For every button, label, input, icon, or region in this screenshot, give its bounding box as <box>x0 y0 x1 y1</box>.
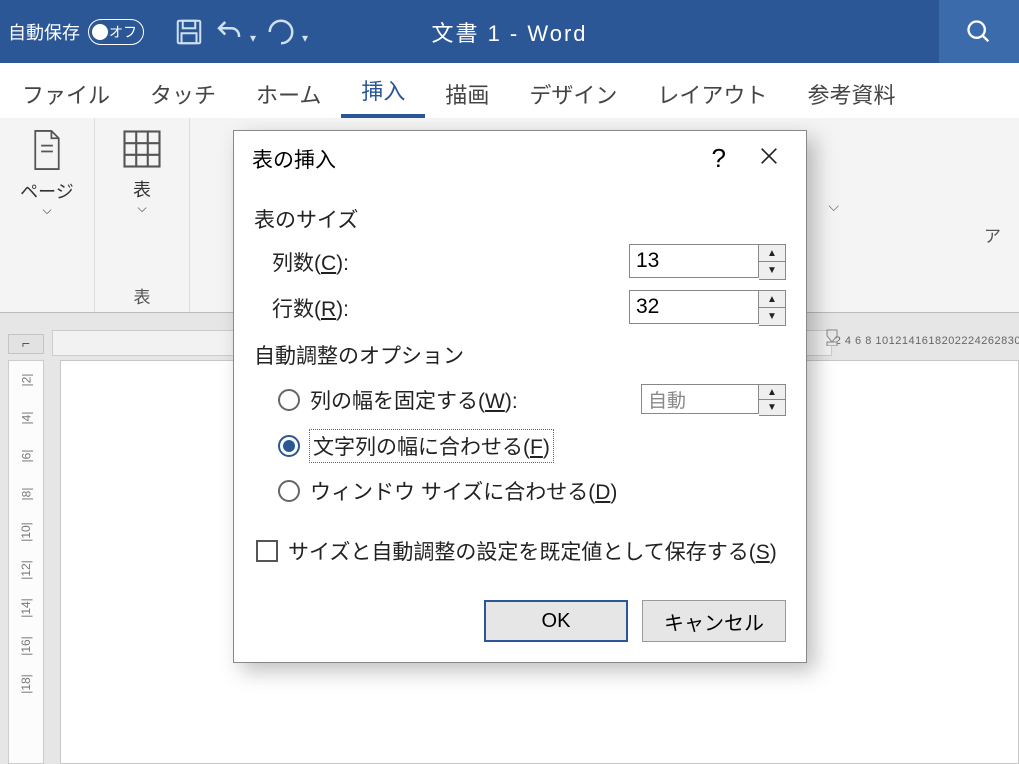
columns-label: 列数(C): <box>272 247 629 277</box>
cancel-button[interactable]: キャンセル <box>642 600 786 642</box>
rows-down-button[interactable]: ▼ <box>759 308 785 325</box>
ruler-v-tick: |4| <box>7 412 45 425</box>
close-button[interactable] <box>750 145 788 173</box>
rows-up-button[interactable]: ▲ <box>759 291 785 308</box>
ruler-v-tick: |2| <box>7 374 45 387</box>
radio-fixed-width[interactable] <box>278 389 300 411</box>
ruler-v-tick: |16| <box>7 636 45 656</box>
tab-touch[interactable]: タッチ <box>130 68 236 118</box>
ruler-indent-marker[interactable] <box>825 328 839 346</box>
section-size-label: 表のサイズ <box>254 204 786 234</box>
ruler-v-tick: |12| <box>7 560 45 580</box>
search-icon <box>965 18 993 46</box>
page-icon <box>29 128 65 172</box>
tab-draw[interactable]: 描画 <box>425 68 509 118</box>
group-label-tables: 表 <box>134 283 151 308</box>
columns-down-button[interactable]: ▼ <box>759 262 785 279</box>
radio-autofit-window[interactable] <box>278 480 300 502</box>
ruler-corner: ⌐ <box>8 334 44 354</box>
rows-label: 行数(R): <box>272 293 629 323</box>
title-bar: 自動保存 オフ ▾ ▾ 文書 1 - Word <box>0 0 1019 63</box>
search-button[interactable] <box>939 0 1019 63</box>
tab-home[interactable]: ホーム <box>236 68 341 118</box>
ribbon-group-tables: 表 ⌵ 表 <box>95 118 190 312</box>
ruler-v-tick: |6| <box>7 450 45 463</box>
save-icon[interactable] <box>174 17 204 47</box>
rows-input[interactable] <box>629 290 759 324</box>
dialog-buttons: OK キャンセル <box>234 594 806 662</box>
columns-up-button[interactable]: ▲ <box>759 245 785 262</box>
fixed-width-input[interactable] <box>641 384 759 414</box>
remember-dimensions-label: サイズと自動調整の設定を既定値として保存する(S) <box>288 536 777 566</box>
table-button[interactable]: 表 ⌵ <box>121 128 163 208</box>
rows-row: 行数(R): ▲ ▼ <box>272 290 786 326</box>
section-autofit-label: 自動調整のオプション <box>254 340 786 370</box>
radio-fixed-width-label: 列の幅を固定する(W): <box>310 385 518 415</box>
dialog-title: 表の挿入 <box>252 144 688 174</box>
quick-access-toolbar: ▾ ▾ <box>174 17 308 47</box>
group-label-pages <box>45 288 50 308</box>
dialog-body: 表のサイズ 列数(C): ▲ ▼ 行数(R): ▲ ▼ <box>234 186 806 594</box>
tab-layout[interactable]: レイアウト <box>637 68 787 118</box>
ok-button[interactable]: OK <box>484 600 628 642</box>
tab-references[interactable]: 参考資料 <box>787 68 915 118</box>
vertical-ruler[interactable]: |2| |4| |6| |8| |10| |12| |14| |16| |18| <box>8 360 44 764</box>
radio-autofit-contents[interactable] <box>278 435 300 457</box>
table-icon <box>121 128 163 170</box>
autosave-state: オフ <box>109 22 137 42</box>
close-icon <box>758 145 780 167</box>
fixed-width-up-button[interactable]: ▲ <box>759 385 785 400</box>
fixed-width-spinner[interactable]: ▲ ▼ <box>641 384 786 416</box>
autosave-toggle[interactable]: オフ <box>88 19 144 45</box>
ruler-v-tick: |18| <box>7 674 45 694</box>
ruler-v-tick: |10| <box>7 522 45 542</box>
tab-design[interactable]: デザイン <box>509 68 637 118</box>
table-label: 表 <box>133 176 151 202</box>
remember-dimensions-checkbox[interactable] <box>256 540 278 562</box>
pages-button[interactable]: ページ ⌵ <box>20 128 74 210</box>
radio-autofit-window-label: ウィンドウ サイズに合わせる(D) <box>310 476 617 506</box>
radio-fixed-width-row[interactable]: 列の幅を固定する(W): ▲ ▼ <box>278 384 786 416</box>
rows-spinner[interactable]: ▲ ▼ <box>629 290 786 326</box>
document-title: 文書 1 - Word <box>431 16 587 48</box>
ruler-v-tick: |14| <box>7 598 45 618</box>
columns-row: 列数(C): ▲ ▼ <box>272 244 786 280</box>
help-button[interactable]: ? <box>688 143 750 174</box>
ribbon-collapse-icon[interactable]: ⌵ <box>828 198 839 215</box>
redo-icon[interactable] <box>266 17 296 47</box>
undo-dropdown-icon[interactable]: ▾ <box>250 31 256 45</box>
radio-autofit-window-row[interactable]: ウィンドウ サイズに合わせる(D) <box>278 476 786 506</box>
autosave-label: 自動保存 <box>8 19 80 45</box>
autosave-group: 自動保存 オフ <box>8 19 144 45</box>
remember-dimensions-row[interactable]: サイズと自動調整の設定を既定値として保存する(S) <box>256 536 786 566</box>
ribbon-tabs: ファイル タッチ ホーム 挿入 描画 デザイン レイアウト 参考資料 <box>0 63 1019 118</box>
radio-autofit-contents-label: 文字列の幅に合わせる(F) <box>310 430 553 462</box>
radio-autofit-contents-row[interactable]: 文字列の幅に合わせる(F) <box>278 430 786 462</box>
fixed-width-down-button[interactable]: ▼ <box>759 400 785 415</box>
insert-table-dialog: 表の挿入 ? 表のサイズ 列数(C): ▲ ▼ 行数(R): <box>233 130 807 663</box>
ruler-v-tick: |8| <box>7 488 45 501</box>
ribbon-group-pages: ページ ⌵ <box>0 118 95 312</box>
dialog-titlebar: 表の挿入 ? <box>234 131 806 186</box>
pages-label: ページ <box>20 178 74 204</box>
ruler-h-ticks: 2 4 6 8 1012141618202224262830 <box>835 335 1019 347</box>
undo-icon[interactable] <box>214 17 244 47</box>
columns-input[interactable] <box>629 244 759 278</box>
qat-customize-icon[interactable]: ▾ <box>302 31 308 45</box>
tab-file[interactable]: ファイル <box>10 68 130 118</box>
columns-spinner[interactable]: ▲ ▼ <box>629 244 786 280</box>
tab-insert[interactable]: 挿入 <box>341 64 425 118</box>
